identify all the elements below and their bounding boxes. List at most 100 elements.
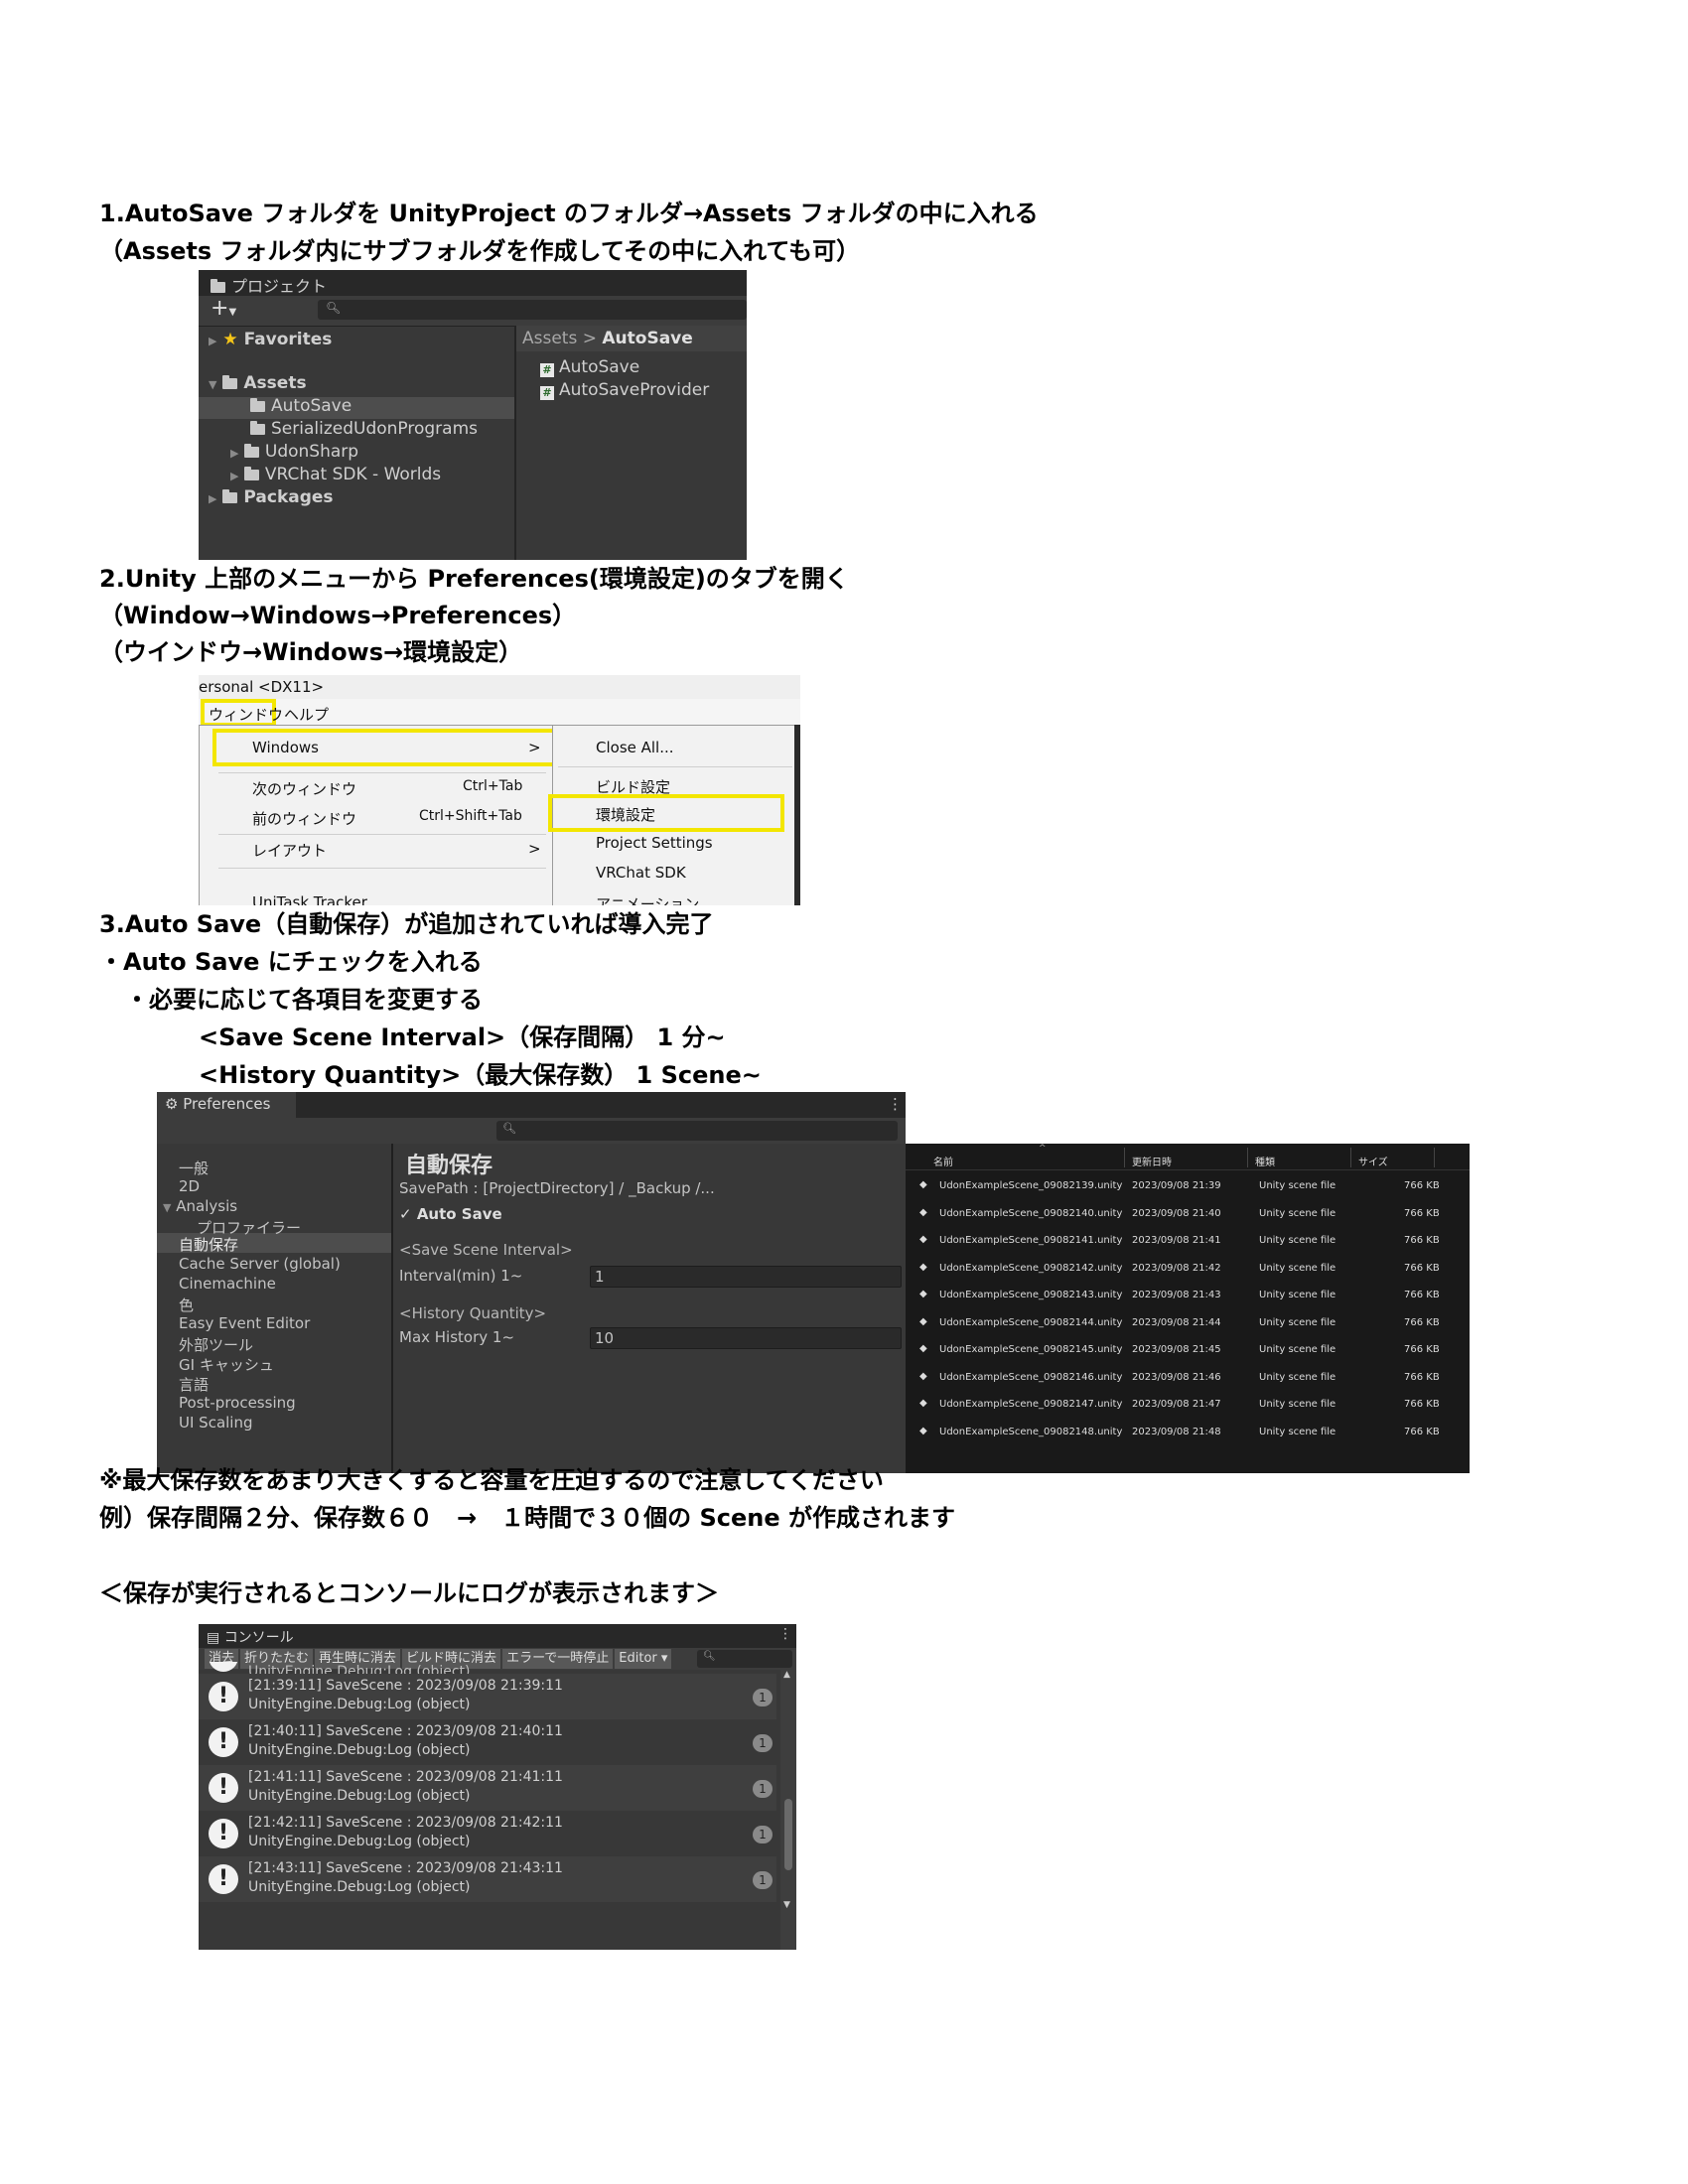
breadcrumb-current[interactable]: AutoSave (602, 329, 692, 348)
category-external-tools[interactable]: 外部ツール (179, 1334, 253, 1355)
project-search-input[interactable]: 🔍︎ (318, 300, 747, 320)
category-cache-server[interactable]: Cache Server (global) (179, 1255, 341, 1273)
file-date: 2023/09/08 21:45 (1132, 1344, 1221, 1355)
file-row[interactable]: ◆ UdonExampleScene_09082139.unity 2023/09/… (906, 1179, 1470, 1199)
column-type[interactable]: 種類 (1255, 1154, 1275, 1168)
file-item-autosave[interactable]: # AutoSave (540, 357, 639, 377)
console-search-input[interactable]: 🔍︎ (697, 1650, 792, 1668)
csharp-script-icon: # (540, 363, 554, 377)
folder-item-udonsharp[interactable]: ▶ UdonSharp (230, 442, 358, 462)
category-2d[interactable]: 2D (179, 1177, 200, 1195)
log-stacktrace: UnityEngine.Debug:Log (object) (248, 1697, 471, 1712)
scroll-down-icon[interactable]: ▼ (783, 1900, 790, 1910)
category-auto-save[interactable]: 自動保存 (179, 1234, 238, 1255)
column-date[interactable]: 更新日時 (1132, 1154, 1172, 1168)
category-analysis[interactable]: ▼ Analysis (163, 1197, 237, 1215)
menu-item-unitask-tracker[interactable]: UniTask Tracker (252, 893, 367, 905)
step2-path-ja: （ウインドウ→Windows→環境設定） (99, 638, 523, 666)
category-cinemachine[interactable]: Cinemachine (179, 1275, 276, 1293)
file-row[interactable]: ◆ UdonExampleScene_09082144.unity 2023/09/… (906, 1316, 1470, 1336)
sort-caret-icon: ^ (1039, 1144, 1047, 1154)
file-row[interactable]: ◆ UdonExampleScene_09082143.unity 2023/09/… (906, 1289, 1470, 1308)
interval-label: Interval(min) 1~ (399, 1267, 523, 1285)
unity-file-icon: ◆ (919, 1315, 927, 1327)
column-separator (1434, 1148, 1435, 1167)
menu-item-animation[interactable]: アニメーション (596, 893, 699, 905)
scroll-up-icon[interactable]: ▲ (783, 1670, 790, 1680)
breadcrumb-separator: > (582, 329, 597, 348)
folder-item-autosave[interactable]: AutoSave (250, 396, 352, 416)
kebab-menu-icon[interactable]: ⋮ (778, 1626, 792, 1642)
file-size: 766 KB (1404, 1235, 1440, 1246)
menu-item-windows[interactable]: Windows (252, 739, 319, 756)
file-row[interactable]: ◆ UdonExampleScene_09082141.unity 2023/09/… (906, 1234, 1470, 1254)
menu-separator (218, 868, 546, 869)
category-easy-event-editor[interactable]: Easy Event Editor (179, 1314, 310, 1332)
log-stacktrace: UnityEngine.Debug:Log (object) (248, 1879, 471, 1895)
category-gi-cache[interactable]: GI キャッシュ (179, 1354, 274, 1375)
scrollbar-thumb[interactable] (784, 1799, 792, 1870)
category-post-processing[interactable]: Post-processing (179, 1394, 296, 1412)
menu-item-next-window[interactable]: 次のウィンドウ (252, 778, 356, 799)
breadcrumb-root[interactable]: Assets (522, 329, 577, 348)
column-name[interactable]: 名前 (933, 1154, 953, 1168)
file-row[interactable]: ◆ UdonExampleScene_09082146.unity 2023/09/… (906, 1371, 1470, 1391)
file-row[interactable]: ◆ UdonExampleScene_09082140.unity 2023/09/… (906, 1207, 1470, 1227)
console-log-entry[interactable]: ! [21:43:11] SaveScene : 2023/09/08 21:43… (199, 1856, 776, 1902)
add-button[interactable]: +▼ (211, 296, 236, 321)
file-row[interactable]: ◆ UdonExampleScene_09082145.unity 2023/09/… (906, 1343, 1470, 1363)
console-tab[interactable]: ▤ コンソール (207, 1627, 294, 1647)
preferences-search-input[interactable]: 🔍︎ (496, 1121, 898, 1141)
console-log-entry[interactable]: ! [21:42:11] SaveScene : 2023/09/08 21:42… (199, 1811, 776, 1856)
preferences-item-highlight (548, 794, 784, 832)
file-row[interactable]: ◆ UdonExampleScene_09082148.unity 2023/09/… (906, 1426, 1470, 1445)
search-icon: 🔍︎ (502, 1122, 516, 1135)
packages-label: Packages (243, 487, 334, 507)
file-label: AutoSaveProvider (559, 380, 710, 400)
menu-item-vrchat-sdk[interactable]: VRChat SDK (596, 864, 686, 882)
shortcut-prev-window: Ctrl+Shift+Tab (419, 808, 522, 824)
error-pause-button[interactable]: エラーで一時停止 (502, 1649, 614, 1669)
category-languages[interactable]: 言語 (179, 1374, 209, 1395)
file-item-autosaveprovider[interactable]: # AutoSaveProvider (540, 380, 709, 400)
category-general[interactable]: 一般 (179, 1158, 209, 1178)
category-ui-scaling[interactable]: UI Scaling (179, 1414, 253, 1432)
menu-item-prev-window[interactable]: 前のウィンドウ (252, 808, 356, 829)
project-tab[interactable]: プロジェクト (211, 273, 327, 297)
console-log-entry[interactable]: ! [21:40:11] SaveScene : 2023/09/08 21:40… (199, 1719, 776, 1765)
kebab-menu-icon[interactable]: ⋮ (888, 1095, 903, 1113)
column-size[interactable]: サイズ (1358, 1154, 1388, 1168)
warning-icon: ! (209, 1682, 238, 1711)
unity-file-icon: ◆ (919, 1370, 927, 1382)
menu-help[interactable]: ヘルプ (284, 704, 329, 725)
favorites-item[interactable]: ▶ ★ Favorites (209, 330, 332, 349)
interval-value: 1 (595, 1268, 605, 1286)
history-field[interactable]: 10 (590, 1327, 902, 1349)
file-row[interactable]: ◆ UdonExampleScene_09082147.unity 2023/09/… (906, 1398, 1470, 1418)
folder-item-serializedudonprograms[interactable]: SerializedUdonPrograms (250, 419, 478, 439)
interval-field[interactable]: 1 (590, 1266, 902, 1288)
menu-item-project-settings[interactable]: Project Settings (596, 834, 713, 852)
menu-item-layout[interactable]: レイアウト (252, 840, 327, 861)
assets-item[interactable]: ▼ Assets (209, 373, 307, 393)
file-date: 2023/09/08 21:40 (1132, 1207, 1221, 1219)
editor-dropdown[interactable]: Editor ▾ (615, 1649, 672, 1669)
log-stacktrace: UnityEngine.Debug:Log (object) (248, 1834, 471, 1849)
console-log-entry[interactable]: ! [21:41:11] SaveScene : 2023/09/08 21:41… (199, 1765, 776, 1811)
add-button-label: + (211, 296, 229, 321)
warning-icon: ! (209, 1727, 238, 1757)
console-log-entry[interactable]: ! [21:39:11] SaveScene : 2023/09/08 21:39… (199, 1674, 776, 1719)
auto-save-toggle[interactable]: ✓ Auto Save (399, 1205, 502, 1223)
file-row[interactable]: ◆ UdonExampleScene_09082142.unity 2023/09/… (906, 1262, 1470, 1282)
expand-arrow-icon: ▶ (230, 470, 239, 482)
category-colors[interactable]: 色 (179, 1295, 194, 1315)
step3-interval-note: <Save Scene Interval>（保存間隔） 1 分~ (199, 1024, 726, 1051)
folder-item-vrchat-sdk-worlds[interactable]: ▶ VRChat SDK - Worlds (230, 465, 441, 484)
menu-window[interactable]: ウィンドウ (209, 704, 283, 725)
menu-item-close-all[interactable]: Close All... (596, 739, 674, 756)
packages-item[interactable]: ▶ Packages (209, 487, 334, 507)
menu-item-preferences[interactable]: 環境設定 (596, 804, 655, 825)
log-count-badge: 1 (753, 1826, 773, 1843)
preferences-tab-label: Preferences (183, 1095, 271, 1113)
file-size: 766 KB (1404, 1207, 1440, 1219)
